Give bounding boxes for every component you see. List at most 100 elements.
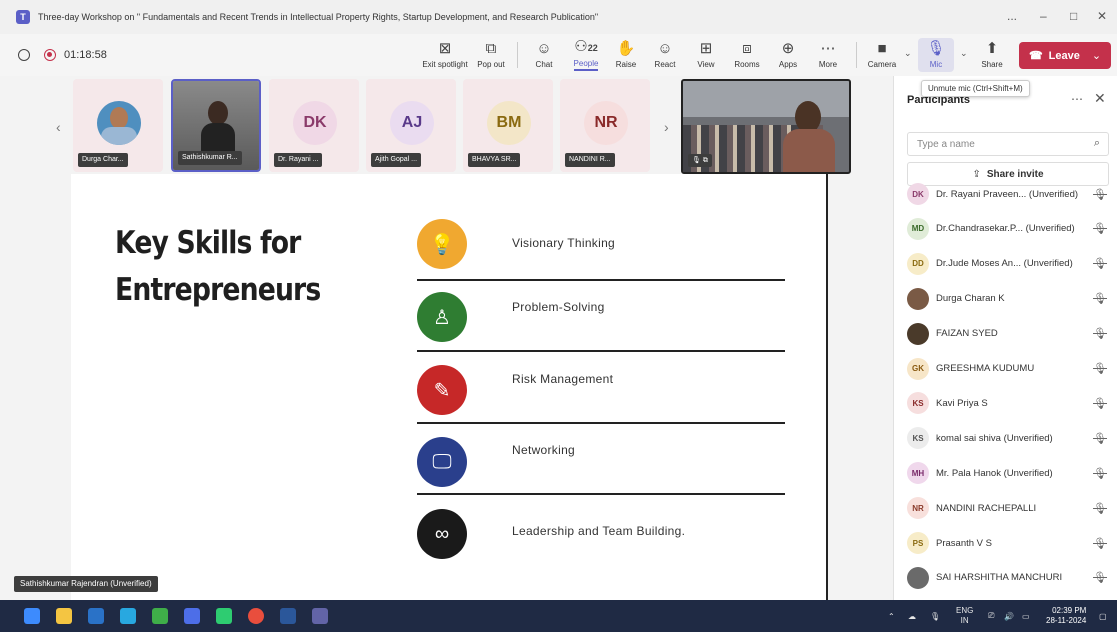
people-button[interactable]: ⚇22 People (566, 34, 606, 76)
chrome-icon[interactable] (248, 608, 264, 624)
skill-label: Visionary Thinking (512, 236, 616, 250)
whatsapp-icon[interactable] (216, 608, 232, 624)
mic-off-icon: 🎙 (1093, 502, 1107, 515)
ellipsis-icon: ⋯ (820, 40, 836, 57)
camera-options-chevron-icon[interactable]: ⌄ (904, 48, 912, 59)
start-icon[interactable] (24, 608, 40, 624)
participant-row[interactable]: NR NANDINI RACHEPALLI 🎙 (907, 496, 1113, 520)
camera-button[interactable]: ■ Camera (864, 34, 900, 76)
app-icon[interactable] (184, 608, 200, 624)
participant-row[interactable]: GK GREESHMA KUDUMU 🎙 (907, 357, 1113, 381)
shield-icon[interactable] (18, 49, 30, 61)
smiley-icon: ☺ (657, 40, 673, 57)
notifications-icon[interactable]: ▢ (1099, 600, 1107, 632)
title-bar: T Three-day Workshop on " Fundamentals a… (0, 0, 1117, 34)
view-button[interactable]: ⊞ View (692, 34, 720, 76)
skill-divider (417, 422, 785, 424)
window-title: Three-day Workshop on " Fundamentals and… (38, 12, 599, 22)
participant-row[interactable]: SAI HARSHITHA MANCHURI 🎙 (907, 566, 1113, 590)
strip-next-chevron-icon[interactable]: › (664, 119, 669, 135)
pencil-icon: ✎ (417, 365, 467, 415)
volume-icon[interactable]: 🔊 (1004, 600, 1014, 632)
more-options-icon[interactable]: ... (1007, 9, 1017, 23)
participant-row[interactable]: FAIZAN SYED 🎙 (907, 322, 1113, 346)
grid-icon: ⊞ (699, 40, 713, 57)
participant-name: Dr. Rayani Praveen... (Unverified) (936, 188, 1079, 200)
file-explorer-icon[interactable] (56, 608, 72, 624)
participant-tile-sathishkumar[interactable]: Sathishkumar R... (171, 79, 261, 172)
participant-name: Sathishkumar R... (178, 151, 242, 165)
teams-taskbar-icon[interactable] (312, 608, 328, 624)
participant-tile-ajith[interactable]: AJ Ajith Gopal ... (366, 79, 456, 172)
skill-label: Leadership and Team Building. (512, 524, 686, 538)
panel-more-icon[interactable]: ⋯ (1071, 92, 1083, 106)
battery-icon[interactable]: ▭ (1022, 600, 1030, 632)
pop-out-icon: ⧉ (485, 40, 497, 57)
participant-tile-durga[interactable]: Durga Char... (73, 79, 163, 172)
participant-row[interactable]: DK Dr. Rayani Praveen... (Unverified) 🎙 (907, 182, 1113, 206)
glasses-icon: ∞ (417, 509, 467, 559)
participant-tile-rayani[interactable]: DK Dr. Rayani ... (269, 79, 359, 172)
participant-row[interactable]: KS Kavi Priya S 🎙 (907, 391, 1113, 415)
chat-button[interactable]: ☺ Chat (530, 34, 558, 76)
monitor-icon: 🖵 (417, 437, 467, 487)
close-window-button[interactable]: ✕ (1097, 9, 1107, 23)
skill-divider (417, 493, 785, 495)
photos-icon[interactable] (88, 608, 104, 624)
participant-tile-nandini[interactable]: NR NANDINI R... (560, 79, 650, 172)
system-clock[interactable]: 02:39 PM 28-11-2024 (1046, 606, 1086, 626)
mic-options-chevron-icon[interactable]: ⌄ (960, 48, 968, 59)
avatar (907, 322, 929, 345)
maximize-button[interactable]: □ (1070, 9, 1077, 23)
camera-icon: ■ (877, 40, 887, 57)
mic-button[interactable]: 🎙 Mic (918, 38, 954, 72)
more-button[interactable]: ⋯ More (814, 34, 842, 76)
pop-out-button[interactable]: ⧉ Pop out (474, 34, 508, 76)
strip-prev-chevron-icon[interactable]: ‹ (56, 119, 61, 135)
xbox-icon[interactable] (152, 608, 168, 624)
raise-hand-button[interactable]: ✋ Raise (612, 34, 640, 76)
participant-name: Kavi Priya S (936, 397, 988, 409)
share-button[interactable]: ⬆ Share (978, 34, 1006, 76)
edge-icon[interactable] (120, 608, 136, 624)
network-icon[interactable]: ⎚ (988, 600, 994, 632)
exit-spotlight-icon: ⊠ (438, 40, 452, 57)
participant-list: DK Dr. Rayani Praveen... (Unverified) 🎙 MD D… (894, 182, 1117, 600)
participant-row[interactable]: MH Mr. Pala Hanok (Unverified) 🎙 (907, 461, 1113, 485)
leave-button[interactable]: ☎ Leave ⌄ (1019, 42, 1111, 69)
lightbulb-icon: 💡 (417, 219, 467, 269)
leave-options-chevron-icon[interactable]: ⌄ (1092, 49, 1101, 62)
participant-tile-bhavya[interactable]: BM BHAVYA SR... (463, 79, 553, 172)
room-video-feed[interactable]: 🎙 ⧉ (681, 79, 851, 174)
language-indicator[interactable]: ENG IN (956, 600, 973, 632)
mic-off-icon: 🎙 (1093, 397, 1107, 410)
mic-tray-icon[interactable]: 🎙 (930, 600, 940, 632)
avatar: MH (907, 462, 929, 485)
minimize-button[interactable]: – (1040, 9, 1047, 23)
word-icon[interactable] (280, 608, 296, 624)
participant-row[interactable]: MD Dr.Chandrasekar.P... (Unverified) 🎙 (907, 217, 1113, 241)
participant-name: komal sai shiva (Unverified) (936, 432, 1053, 444)
windows-taskbar: ⌃ ☁ 🎙 ENG IN ⎚ 🔊 ▭ 02:39 PM 28-11-2024 ▢ (0, 600, 1117, 632)
participant-name: Dr. Rayani ... (274, 153, 323, 167)
exit-spotlight-button[interactable]: ⊠ Exit spotlight (420, 34, 470, 76)
avatar-initials: BM (487, 101, 531, 145)
avatar (907, 566, 929, 589)
rooms-button[interactable]: ⧈ Rooms (732, 34, 762, 76)
participant-name: NANDINI RACHEPALLI (936, 502, 1037, 514)
participant-row[interactable]: KS komal sai shiva (Unverified) 🎙 (907, 426, 1113, 450)
mic-off-icon: 🎙 (1093, 258, 1107, 271)
onedrive-icon[interactable]: ☁ (908, 600, 916, 632)
avatar: KS (907, 427, 929, 450)
participants-panel: Participants ⋯ ✕ Type a name ⌕ ⇪ Share i… (893, 76, 1117, 600)
avatar-initials: DK (293, 101, 337, 145)
panel-close-icon[interactable]: ✕ (1094, 90, 1106, 107)
skill-label: Networking (512, 443, 576, 457)
tray-chevron-icon[interactable]: ⌃ (888, 600, 895, 632)
participant-row[interactable]: Durga Charan K 🎙 (907, 287, 1113, 311)
react-button[interactable]: ☺ React (651, 34, 679, 76)
participant-row[interactable]: PS Prasanth V S 🎙 (907, 531, 1113, 555)
participant-search-input[interactable]: Type a name ⌕ (907, 132, 1109, 156)
participant-row[interactable]: DD Dr.Jude Moses An... (Unverified) 🎙 (907, 252, 1113, 276)
apps-button[interactable]: ⊕ Apps (774, 34, 802, 76)
